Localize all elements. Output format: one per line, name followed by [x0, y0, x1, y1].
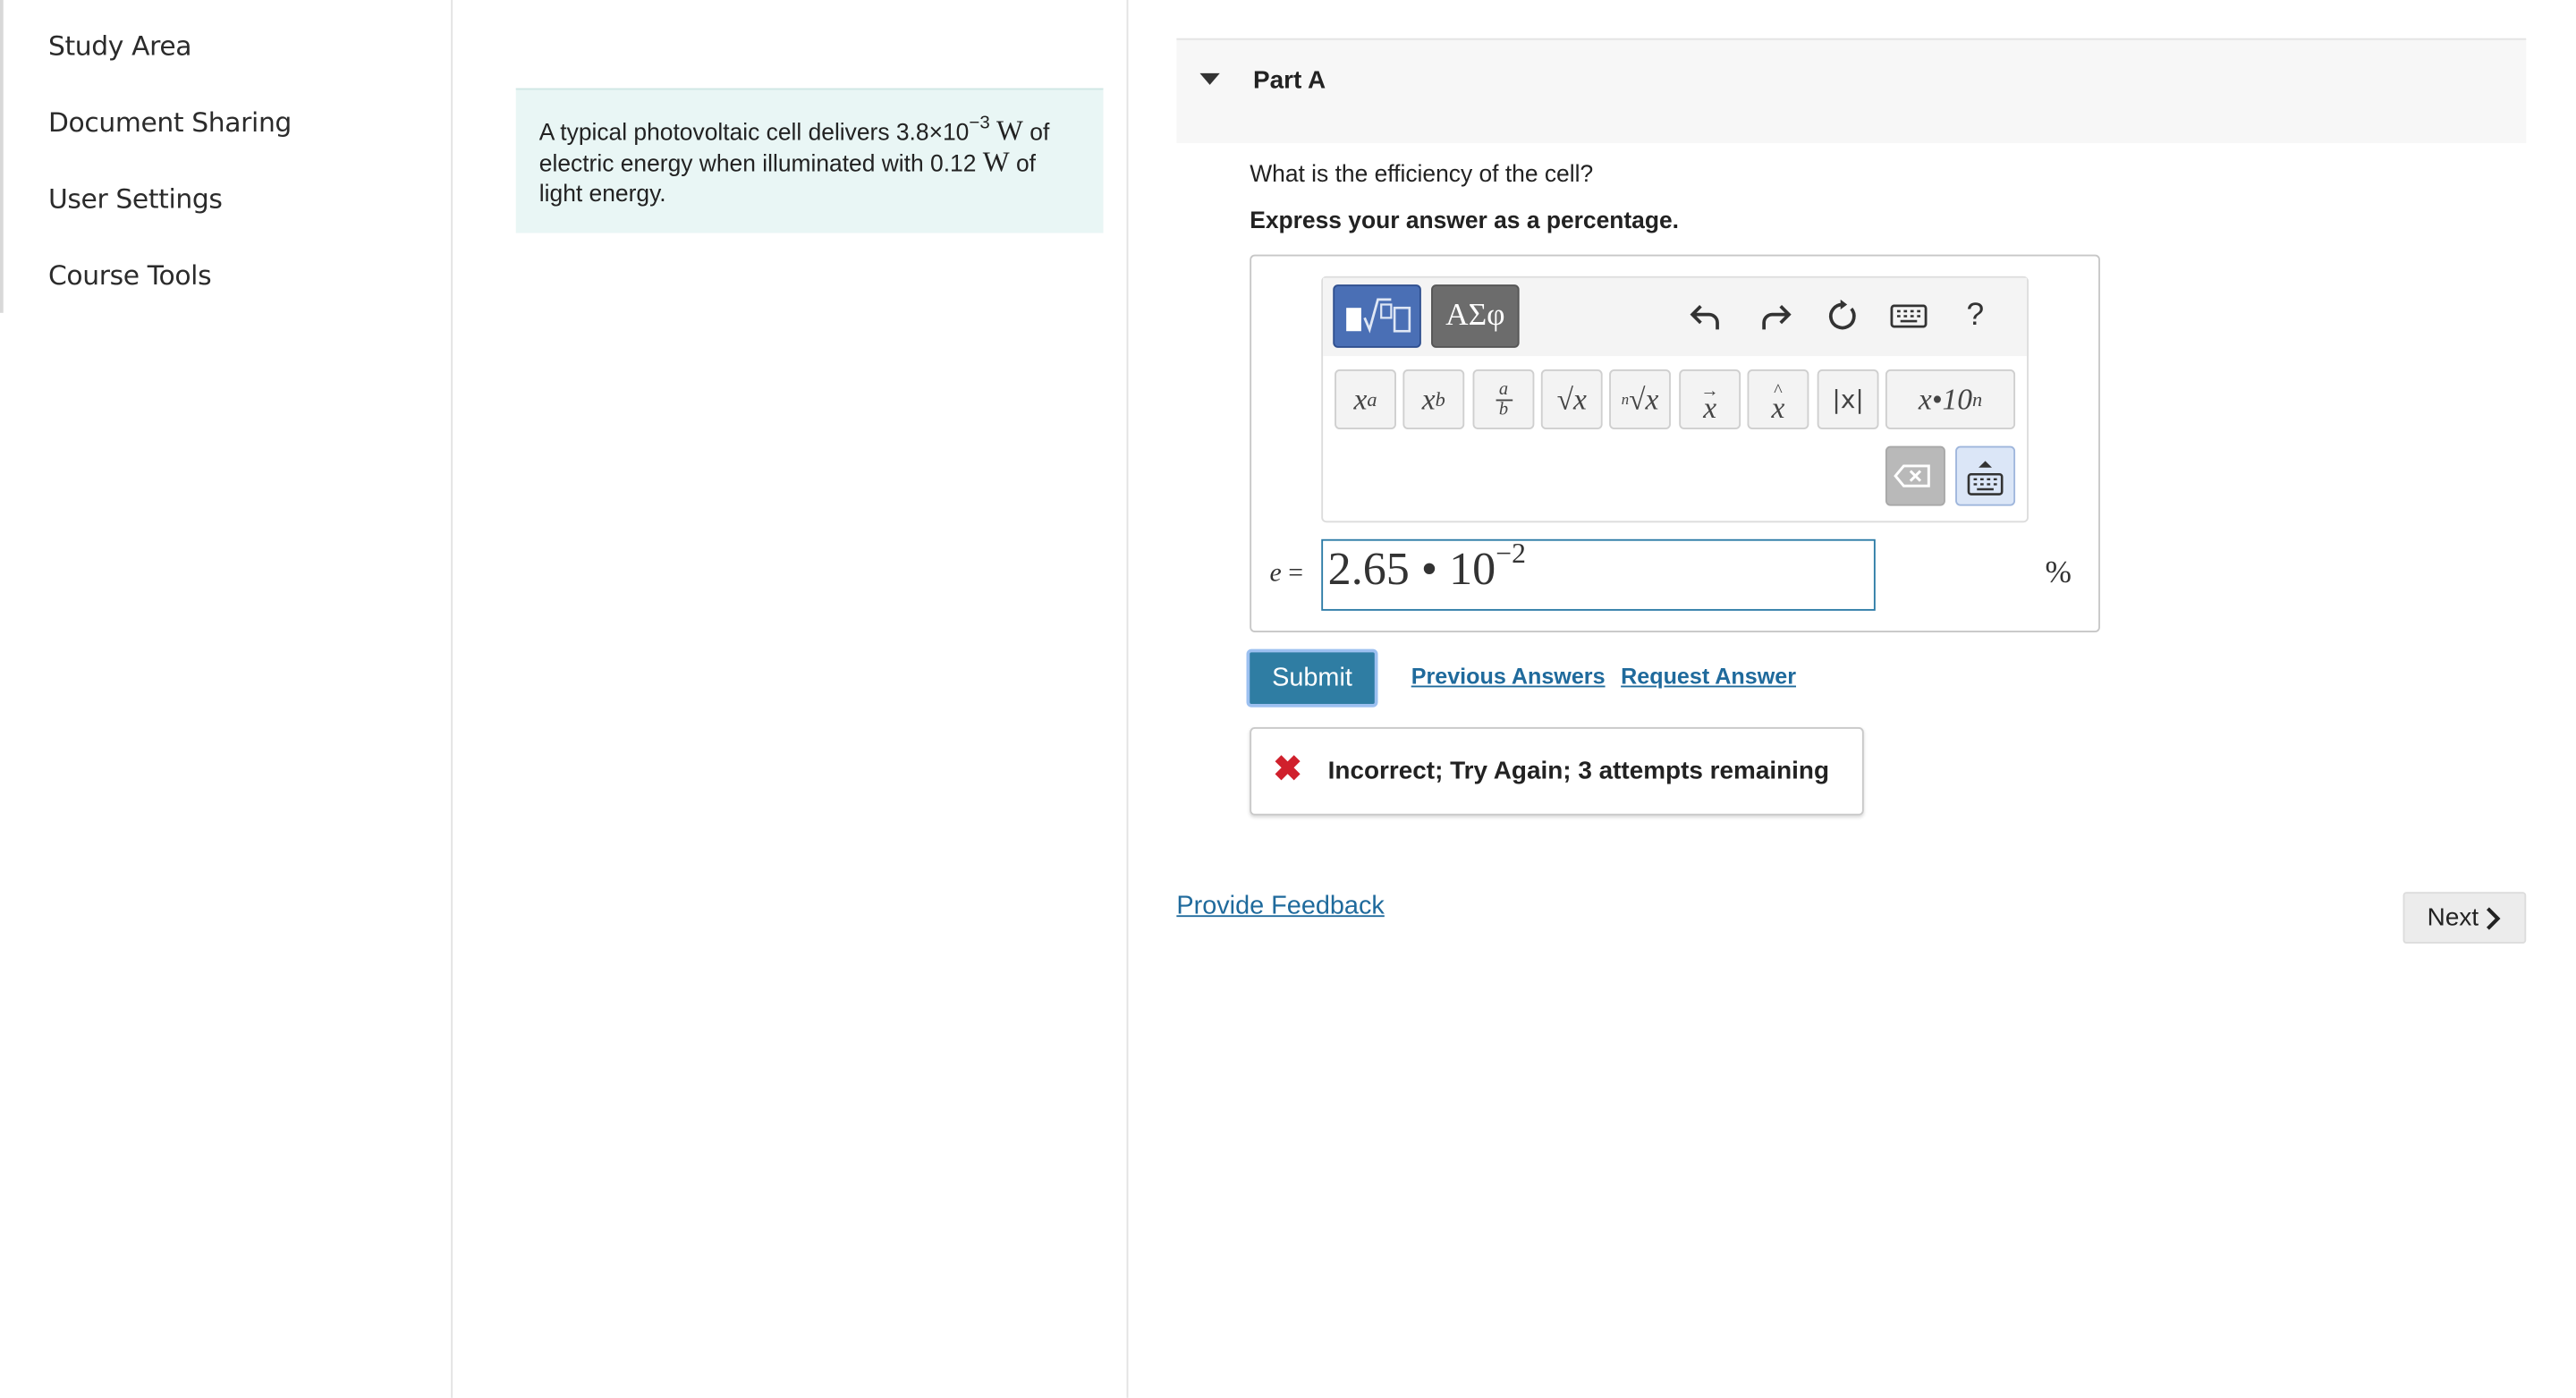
- greek-mode-button[interactable]: ΑΣφ: [1431, 284, 1520, 348]
- next-label: Next: [2427, 903, 2479, 932]
- fraction-button[interactable]: a b: [1472, 369, 1535, 430]
- part-title: Part A: [1252, 66, 1326, 96]
- vector-button[interactable]: → x: [1679, 369, 1741, 430]
- answer-unit: %: [2045, 555, 2072, 591]
- frac-num: a: [1498, 378, 1509, 399]
- power-exp: a: [1367, 386, 1377, 411]
- subscript-button[interactable]: xb: [1402, 369, 1465, 430]
- sqrt-symbol: √x: [1556, 381, 1587, 416]
- problem-exponent: −3: [969, 113, 990, 133]
- nth-root-index: n: [1621, 391, 1630, 408]
- chevron-right-icon: [2487, 906, 2502, 929]
- power-base: x: [1353, 381, 1368, 416]
- backspace-icon: [1894, 464, 1930, 487]
- incorrect-x-icon: ✖: [1273, 750, 1303, 789]
- question-text: What is the efficiency of the cell?: [1250, 161, 1594, 189]
- sub-sub: b: [1435, 386, 1445, 411]
- next-button[interactable]: Next: [2402, 892, 2527, 944]
- answer-value: 2.65 • 10−2: [1327, 539, 1526, 597]
- sqrt-button[interactable]: √x: [1540, 369, 1603, 430]
- collapse-caret-icon[interactable]: [1199, 72, 1220, 85]
- nth-root-button[interactable]: n √x: [1609, 369, 1671, 430]
- vector-symbol: x: [1703, 391, 1717, 425]
- equals-sign: =: [1288, 559, 1304, 588]
- request-answer-link[interactable]: Request Answer: [1621, 664, 1796, 689]
- absolute-value-button[interactable]: |x|: [1817, 369, 1879, 430]
- sci-symbol: x•10: [1918, 381, 1972, 416]
- help-icon[interactable]: ?: [1955, 296, 1996, 336]
- templates-icon: [1345, 298, 1411, 334]
- problem-text-before: A typical photovoltaic cell delivers 3.8…: [538, 119, 970, 147]
- hat-symbol: x: [1771, 391, 1785, 425]
- abs-symbol: |x|: [1832, 384, 1864, 415]
- variable-label: e =: [1270, 559, 1303, 589]
- submit-button[interactable]: Submit: [1246, 648, 1378, 707]
- redo-icon[interactable]: [1756, 296, 1796, 336]
- answer-mantissa: 2.65 • 10: [1327, 544, 1496, 597]
- sidebar-accent-bar: [0, 0, 4, 313]
- keyboard-up-icon: [1967, 461, 2004, 496]
- unit-watts: W: [996, 114, 1023, 147]
- frac-den: b: [1498, 398, 1509, 419]
- reset-icon[interactable]: [1822, 296, 1862, 336]
- sub-base: x: [1421, 381, 1436, 416]
- undo-icon[interactable]: [1686, 296, 1726, 336]
- sci-exp: n: [1971, 386, 1983, 411]
- variable-symbol: e: [1269, 559, 1282, 588]
- sidebar-item-study-area[interactable]: Study Area: [48, 30, 192, 61]
- problem-statement: A typical photovoltaic cell delivers 3.8…: [515, 88, 1104, 233]
- unit-vector-button[interactable]: ^ x: [1747, 369, 1809, 430]
- backspace-button[interactable]: [1885, 445, 1945, 506]
- power-button[interactable]: xa: [1335, 369, 1396, 430]
- keyboard-icon[interactable]: [1889, 296, 1929, 336]
- instruction-text: Express your answer as a percentage.: [1250, 208, 1680, 235]
- scientific-notation-button[interactable]: x•10 n: [1885, 369, 2016, 430]
- provide-feedback-link[interactable]: Provide Feedback: [1176, 892, 1384, 921]
- sidebar-item-course-tools[interactable]: Course Tools: [48, 259, 212, 291]
- answer-exponent: −2: [1496, 537, 1526, 570]
- sidebar-item-user-settings[interactable]: User Settings: [48, 183, 223, 215]
- part-header[interactable]: [1176, 38, 2527, 144]
- unit-watts-2: W: [982, 146, 1010, 179]
- keyboard-toggle-button[interactable]: [1955, 445, 2016, 506]
- nth-root-symbol: √x: [1629, 381, 1659, 416]
- previous-answers-link[interactable]: Previous Answers: [1411, 664, 1606, 689]
- sidebar-item-document-sharing[interactable]: Document Sharing: [48, 106, 292, 138]
- column-divider: [1126, 0, 1129, 1398]
- templates-mode-button[interactable]: [1333, 284, 1421, 348]
- feedback-message: Incorrect; Try Again; 3 attempts remaini…: [1327, 757, 1830, 786]
